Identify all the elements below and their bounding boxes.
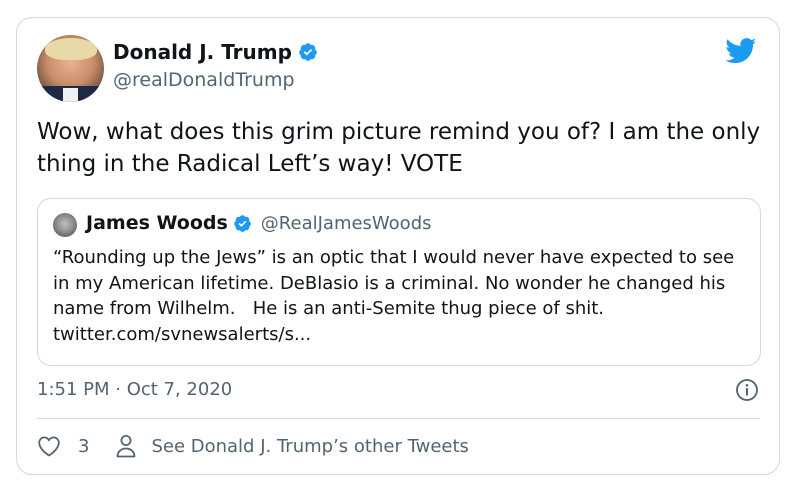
author-name-row[interactable]: Donald J. Trump bbox=[113, 40, 318, 64]
verified-badge-icon bbox=[299, 43, 317, 61]
tweet-timestamp[interactable]: 1:51 PM · Oct 7, 2020 bbox=[37, 379, 232, 400]
quoted-author-name[interactable]: James Woods bbox=[86, 212, 228, 234]
avatar-hair bbox=[45, 38, 97, 60]
quoted-tweet[interactable]: James Woods @RealJamesWoods “Rounding up… bbox=[37, 198, 761, 366]
author-name[interactable]: Donald J. Trump bbox=[113, 40, 292, 64]
see-other-tweets-link[interactable]: See Donald J. Trump’s other Tweets bbox=[151, 436, 468, 457]
heart-icon[interactable] bbox=[37, 435, 61, 457]
tweet-actions: 3 See Donald J. Trump’s other Tweets bbox=[37, 434, 469, 458]
person-icon[interactable] bbox=[115, 434, 137, 458]
tweet-text: Wow, what does this grim picture remind … bbox=[37, 119, 761, 177]
quoted-header: James Woods @RealJamesWoods bbox=[86, 212, 432, 234]
divider bbox=[37, 418, 759, 419]
author-handle[interactable]: @realDonaldTrump bbox=[113, 69, 295, 91]
quoted-author-handle[interactable]: @RealJamesWoods bbox=[261, 213, 432, 234]
tweet-card: Donald J. Trump @realDonaldTrump Wow, wh… bbox=[16, 17, 780, 475]
verified-badge-icon bbox=[233, 214, 251, 232]
like-count[interactable]: 3 bbox=[78, 436, 89, 457]
twitter-bird-icon[interactable] bbox=[725, 38, 757, 64]
avatar-collar bbox=[63, 88, 78, 102]
author-avatar[interactable] bbox=[37, 35, 104, 102]
info-icon[interactable] bbox=[735, 378, 759, 402]
quoted-author-avatar[interactable] bbox=[53, 213, 77, 237]
quoted-tweet-text: “Rounding up the Jews” is an optic that … bbox=[53, 247, 740, 345]
